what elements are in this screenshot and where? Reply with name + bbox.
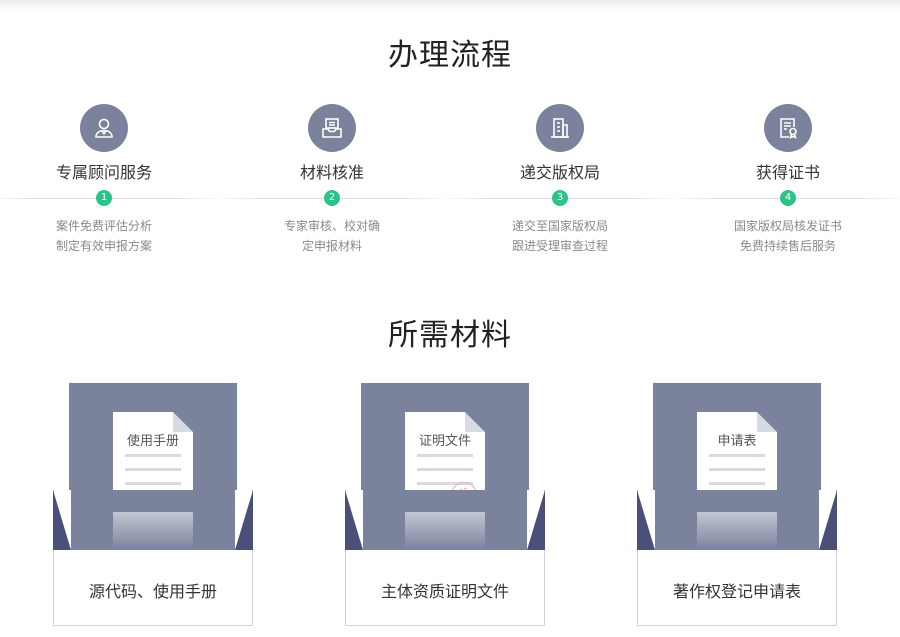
document-fade: [697, 512, 777, 550]
material-label: 主体资质证明文件: [380, 582, 509, 601]
material-card-certificate: 证明文件 主体资质证明文件: [345, 383, 545, 626]
step-number-badge: 1: [96, 190, 112, 206]
document-title: 申请表: [717, 434, 757, 449]
document-line: [709, 454, 765, 457]
step-desc-line: 制定有效申报方案: [55, 239, 152, 253]
document-fade: [113, 512, 193, 550]
step-number-badge: 4: [780, 190, 796, 206]
document-fade: [405, 512, 485, 550]
document-line: [417, 454, 473, 457]
step-description: 案件免费评估分析 制定有效申报方案: [0, 216, 218, 256]
material-card-application: 申请表 著作权登记申请表: [637, 383, 837, 626]
document-line: [709, 468, 765, 471]
step-desc-line: 国家版权局核发证书: [733, 219, 842, 233]
material-card-manual: 使用手册 源代码、使用手册: [53, 383, 253, 626]
process-step-consultant: 专属顾问服务 1 案件免费评估分析 制定有效申报方案: [0, 104, 218, 256]
top-shadow: [0, 0, 900, 12]
step-timeline: 3: [446, 190, 674, 206]
document-line: [125, 482, 181, 485]
step-title: 专属顾问服务: [55, 163, 152, 182]
step-title: 获得证书: [755, 163, 820, 182]
step-description: 递交至国家版权局 跟进受理审查过程: [446, 216, 674, 256]
material-label: 源代码、使用手册: [88, 582, 217, 601]
step-timeline: 1: [0, 190, 218, 206]
step-title: 递交版权局: [519, 163, 600, 182]
step-desc-line: 递交至国家版权局: [511, 219, 608, 233]
document-line: [125, 454, 181, 457]
envelope-flap-right: [527, 490, 545, 550]
materials-title: 所需材料: [388, 318, 512, 353]
document-title: 证明文件: [418, 434, 471, 449]
step-desc-line: 跟进受理审查过程: [511, 239, 608, 253]
certificate-icon: [764, 104, 812, 152]
material-label: 著作权登记申请表: [672, 582, 801, 601]
envelope-flap-left: [637, 490, 655, 550]
document-line: [125, 468, 181, 471]
step-number-badge: 3: [552, 190, 568, 206]
envelope-flap-left: [345, 490, 363, 550]
envelope-flap-left: [53, 490, 71, 550]
envelope-flap-right: [235, 490, 253, 550]
document-title: 使用手册: [126, 434, 179, 449]
process-step-certificate: 获得证书 4 国家版权局核发证书 免费持续售后服务: [674, 104, 900, 256]
step-number-badge: 2: [324, 190, 340, 206]
process-title: 办理流程: [388, 38, 512, 73]
step-description: 国家版权局核发证书 免费持续售后服务: [674, 216, 900, 256]
inbox-icon: [308, 104, 356, 152]
step-description: 专家审核、校对确 定申报材料: [218, 216, 446, 256]
step-timeline: 2: [218, 190, 446, 206]
envelope-flap-right: [819, 490, 837, 550]
step-desc-line: 案件免费评估分析: [55, 219, 152, 233]
document-line: [709, 482, 765, 485]
process-step-submit: 递交版权局 3 递交至国家版权局 跟进受理审查过程: [446, 104, 674, 256]
consultant-icon: [80, 104, 128, 152]
step-desc-line: 定申报材料: [301, 239, 362, 253]
step-desc-line: 专家审核、校对确: [283, 219, 380, 233]
document-line: [417, 468, 473, 471]
step-title: 材料核准: [299, 163, 364, 182]
process-step-materials: 材料核准 2 专家审核、校对确 定申报材料: [218, 104, 446, 256]
step-timeline: 4: [674, 190, 900, 206]
step-desc-line: 免费持续售后服务: [739, 239, 836, 253]
building-icon: [536, 104, 584, 152]
